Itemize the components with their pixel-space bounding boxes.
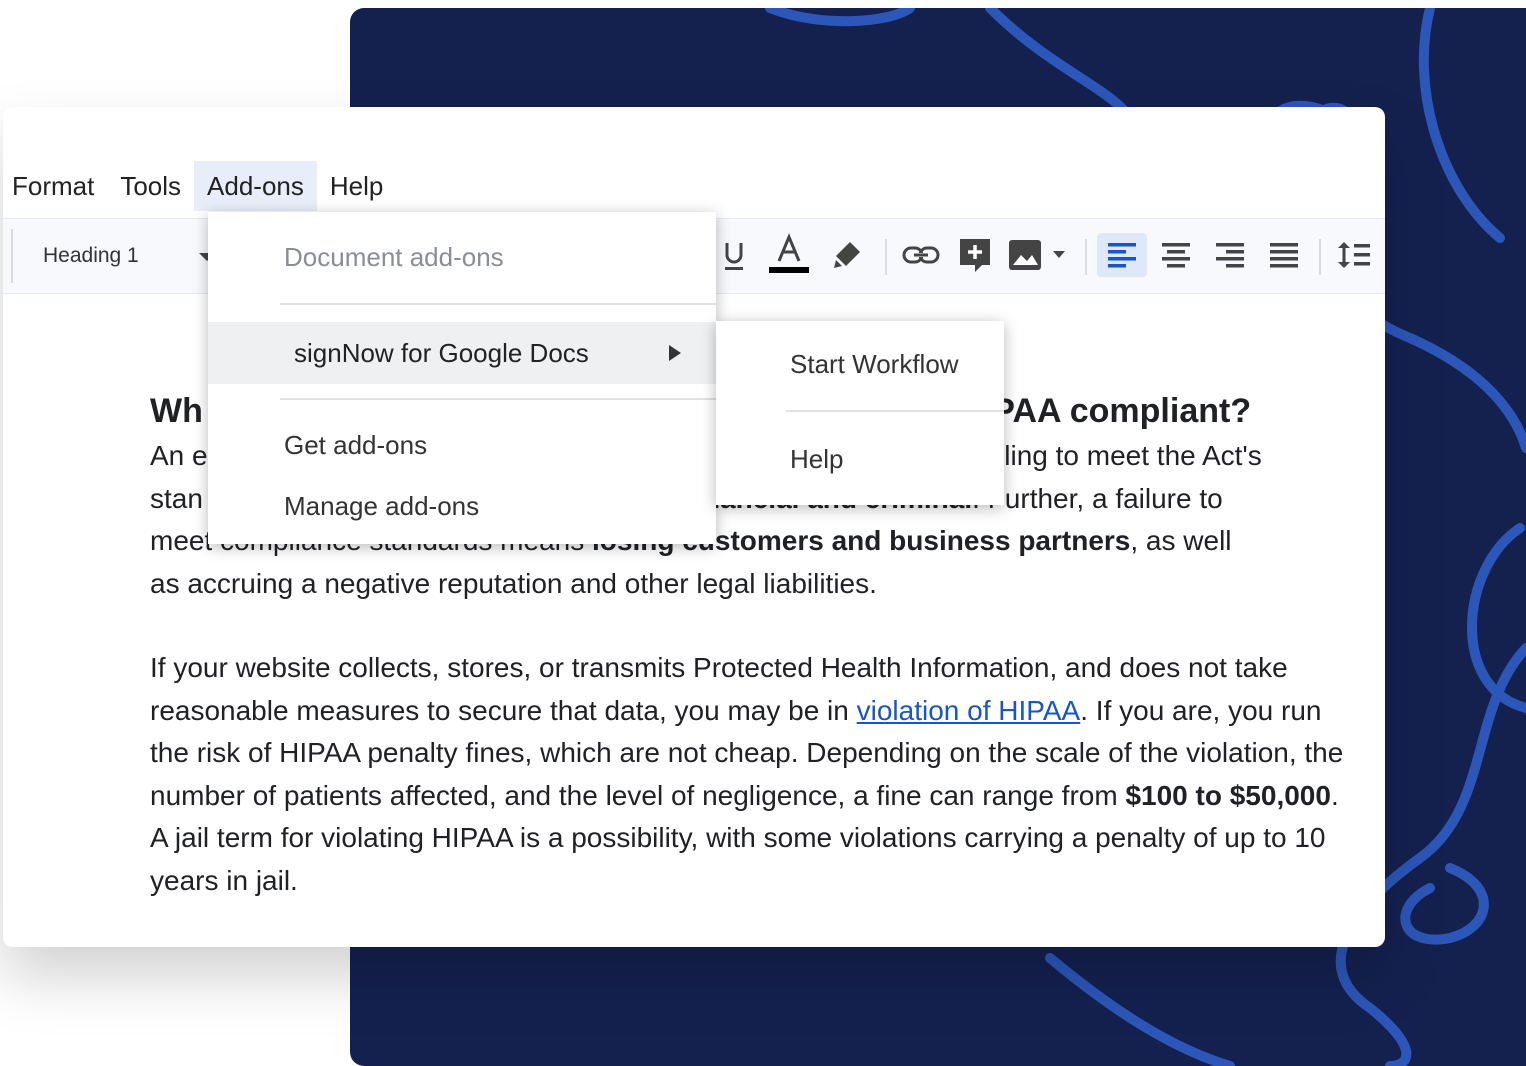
violation-of-hipaa-link[interactable]: violation of HIPAA [857, 695, 1081, 726]
p1-line2-end: . Further, a failure to [972, 482, 1223, 514]
menu-bar: Format Tools Add-ons Help [3, 161, 1385, 211]
p1-line4: as accruing a negative reputation and ot… [150, 567, 877, 599]
p1-line1-start: An e [150, 440, 208, 471]
paragraph-2: If your website collects, stores, or tra… [150, 647, 1360, 902]
add-comment-icon[interactable] [955, 233, 995, 277]
menu-tools[interactable]: Tools [107, 161, 194, 211]
p1-line2-start: stan [150, 482, 203, 514]
align-center-icon[interactable] [1153, 233, 1199, 277]
menu-addons[interactable]: Add-ons [194, 161, 317, 211]
menu-item-get-addons[interactable]: Get add-ons [284, 430, 427, 461]
heading-text-end: IPAA compliant? [982, 392, 1252, 430]
highlight-icon[interactable] [827, 233, 867, 277]
menu-item-signnow[interactable]: signNow for Google Docs [208, 322, 716, 384]
addons-dropdown-menu: Document add-ons signNow for Google Docs… [208, 212, 716, 544]
toolbar-divider [885, 239, 887, 275]
link-icon[interactable] [899, 233, 943, 277]
justify-icon[interactable] [1261, 233, 1307, 277]
paragraph-style-select[interactable]: Heading 1 [11, 229, 223, 283]
line-spacing-icon[interactable] [1331, 233, 1377, 277]
heading-text-start: Wh [150, 392, 203, 430]
menu-item-start-workflow[interactable]: Start Workflow [790, 349, 959, 380]
document-addons-header: Document add-ons [284, 242, 504, 272]
signnow-submenu: Start Workflow Help [716, 321, 1004, 505]
underline-icon[interactable] [717, 233, 751, 277]
text-color-icon[interactable] [767, 233, 811, 277]
menu-item-help[interactable]: Help [790, 444, 843, 475]
p1-line3-end: , as well [1130, 525, 1232, 556]
signnow-label: signNow for Google Docs [294, 337, 589, 368]
align-left-icon[interactable] [1097, 233, 1147, 277]
menu-divider [280, 398, 716, 400]
menu-item-manage-addons[interactable]: Manage add-ons [284, 491, 479, 522]
submenu-arrow-icon [669, 345, 681, 361]
menu-divider [786, 410, 1004, 412]
insert-image-icon[interactable] [1007, 233, 1073, 277]
menu-help[interactable]: Help [317, 161, 396, 211]
menu-divider [280, 303, 716, 305]
p2-fine-range: $100 to $50,000 [1125, 779, 1331, 811]
menu-format[interactable]: Format [3, 161, 107, 211]
align-right-icon[interactable] [1207, 233, 1253, 277]
paragraph-style-value: Heading 1 [43, 244, 139, 267]
toolbar-divider [1319, 239, 1321, 275]
toolbar-divider [1085, 239, 1087, 275]
